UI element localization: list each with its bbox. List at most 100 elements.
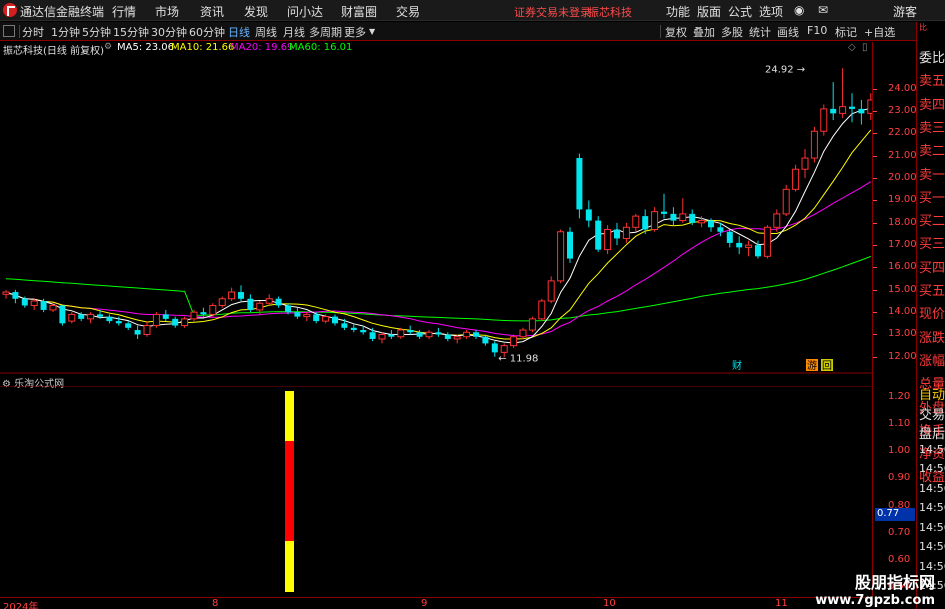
candle-body: [708, 220, 714, 228]
candle-body: [332, 316, 338, 324]
side-panel-item[interactable]: 卖五: [919, 70, 945, 89]
trade-time: 14:56: [919, 540, 945, 553]
app-window: 通达信金融终端 行情 市场 资讯 发现 问小达 财富圈 交易 证券交易未登录 振…: [0, 0, 945, 609]
side-panel-item[interactable]: 买二: [919, 210, 945, 229]
indicator-chart[interactable]: [0, 386, 872, 597]
candle-body: [247, 298, 254, 310]
menu-item-quotes[interactable]: 行情: [112, 3, 136, 20]
side-panel-item[interactable]: 买一: [919, 187, 945, 206]
candle-body: [830, 108, 837, 114]
current-stock-name[interactable]: 振芯科技: [588, 4, 632, 20]
side-panel-item[interactable]: 买五: [919, 280, 945, 299]
square-icon[interactable]: [3, 25, 15, 37]
period-tab-multi[interactable]: 多周期: [309, 24, 342, 40]
message-icon[interactable]: ✉: [818, 3, 828, 17]
diamond-icon[interactable]: ◇: [848, 42, 856, 53]
candle-body: [40, 300, 47, 310]
menu-item-xiaoda[interactable]: 问小达: [287, 3, 323, 20]
candle-body: [538, 300, 546, 320]
candle-body: [801, 157, 809, 170]
side-panel-item[interactable]: 买三: [919, 233, 945, 252]
side-panel-item[interactable]: 委比: [919, 47, 945, 66]
side-panel-tab[interactable]: 自动: [919, 384, 945, 403]
menu-item-trade[interactable]: 交易: [396, 3, 420, 20]
toolbar-overlay[interactable]: 叠加: [693, 24, 715, 40]
toolbar-adjust[interactable]: 复权: [665, 24, 687, 40]
candle-body: [106, 316, 113, 322]
candle-body: [143, 325, 151, 335]
candlestick-chart[interactable]: 24.92 → ← 11.98 财 游回: [0, 56, 872, 374]
date-axis: 2024年 8 9 10 11: [0, 597, 872, 609]
side-panel-item[interactable]: 卖三: [919, 117, 945, 136]
side-panel-tab[interactable]: 交易: [919, 404, 945, 423]
candle-body: [275, 298, 282, 306]
axis-tick: [873, 289, 877, 291]
indicator-bar-yellow-top: [285, 391, 294, 441]
period-tab-weekly[interactable]: 周线: [255, 24, 277, 40]
ma10-value: MA10: 21.66: [171, 42, 235, 53]
toolbar-f10[interactable]: F10: [807, 24, 827, 37]
toolbar-add-watchlist[interactable]: +自选: [864, 24, 895, 40]
candle-body: [858, 108, 865, 114]
trade-time: 14:56: [919, 481, 945, 495]
toolbar-draw-line[interactable]: 画线: [777, 24, 799, 40]
side-panel-tab[interactable]: 盘后: [919, 423, 945, 442]
price-axis-label: 23.00: [888, 105, 917, 117]
menu-item-discover[interactable]: 发现: [244, 3, 268, 20]
window-toggle-icon[interactable]: ▯: [862, 42, 868, 53]
settings-icon[interactable]: ⚙: [104, 42, 112, 52]
toolbar-stats[interactable]: 统计: [749, 24, 771, 40]
candle-body: [585, 209, 592, 221]
candle-body: [322, 316, 330, 322]
candle-body: [745, 244, 753, 248]
chevron-down-icon[interactable]: ▼: [369, 27, 375, 36]
period-tab-daily[interactable]: 日线: [228, 24, 250, 40]
period-tab-monthly[interactable]: 月线: [283, 24, 305, 40]
menu-item-layout[interactable]: 版面: [697, 3, 721, 20]
side-panel-item[interactable]: 涨幅: [919, 350, 945, 369]
price-axis-label: 12.00: [888, 350, 917, 362]
toolbar-mark[interactable]: 标记: [835, 24, 857, 40]
side-panel-item[interactable]: 卖一: [919, 164, 945, 183]
menu-item-wealth[interactable]: 财富圈: [341, 3, 377, 20]
candle-body: [519, 329, 527, 338]
candle-body: [435, 332, 442, 335]
axis-tick: [873, 334, 877, 336]
side-panel-item[interactable]: 买四: [919, 257, 945, 276]
period-toolbar: 分时 1分钟 5分钟 15分钟 30分钟 60分钟 日线 周线 月线 多周期 更…: [0, 22, 945, 41]
candle-body: [763, 226, 771, 257]
candle-body: [444, 334, 451, 339]
user-icon[interactable]: ◉: [794, 3, 804, 17]
period-tab-15min[interactable]: 15分钟: [113, 24, 149, 40]
candle-body: [97, 314, 103, 317]
menu-item-function[interactable]: 功能: [666, 3, 690, 20]
menu-item-news[interactable]: 资讯: [200, 3, 224, 20]
period-tab-timeshare[interactable]: 分时: [22, 24, 44, 40]
side-panel-item[interactable]: 现价: [919, 303, 945, 322]
trade-time: 14:56: [919, 501, 945, 514]
period-tab-1min[interactable]: 1分钟: [51, 24, 80, 40]
side-panel-item[interactable]: 卖四: [919, 94, 945, 113]
side-panel-item[interactable]: 卖二: [919, 140, 945, 159]
menu-item-options[interactable]: 选项: [759, 3, 783, 20]
candle-body: [228, 291, 236, 300]
period-tab-more[interactable]: 更多: [344, 24, 366, 40]
menu-item-formula[interactable]: 公式: [728, 3, 752, 20]
menu-item-market[interactable]: 市场: [155, 3, 179, 20]
side-panel-item[interactable]: 涨跌: [919, 327, 945, 346]
trade-time: 14:56: [919, 442, 945, 456]
return-badge: 回: [822, 360, 832, 372]
guest-user[interactable]: 游客: [893, 3, 917, 20]
period-tab-60min[interactable]: 60分钟: [189, 24, 225, 40]
watermark-url: www.7gpzb.com: [815, 593, 935, 608]
trade-login-notice[interactable]: 证券交易未登录: [514, 4, 591, 20]
toolbar-multi-stock[interactable]: 多股: [721, 24, 743, 40]
indicator-current-value: 0.77: [875, 507, 915, 521]
period-tab-5min[interactable]: 5分钟: [82, 24, 111, 40]
trip-badge: 游: [807, 359, 817, 372]
axis-tick: [873, 88, 877, 90]
period-tab-30min[interactable]: 30分钟: [151, 24, 187, 40]
candle-body: [755, 245, 761, 257]
candle-body: [698, 220, 706, 224]
menu-bar: 通达信金融终端 行情 市场 资讯 发现 问小达 财富圈 交易 证券交易未登录 振…: [0, 0, 945, 21]
